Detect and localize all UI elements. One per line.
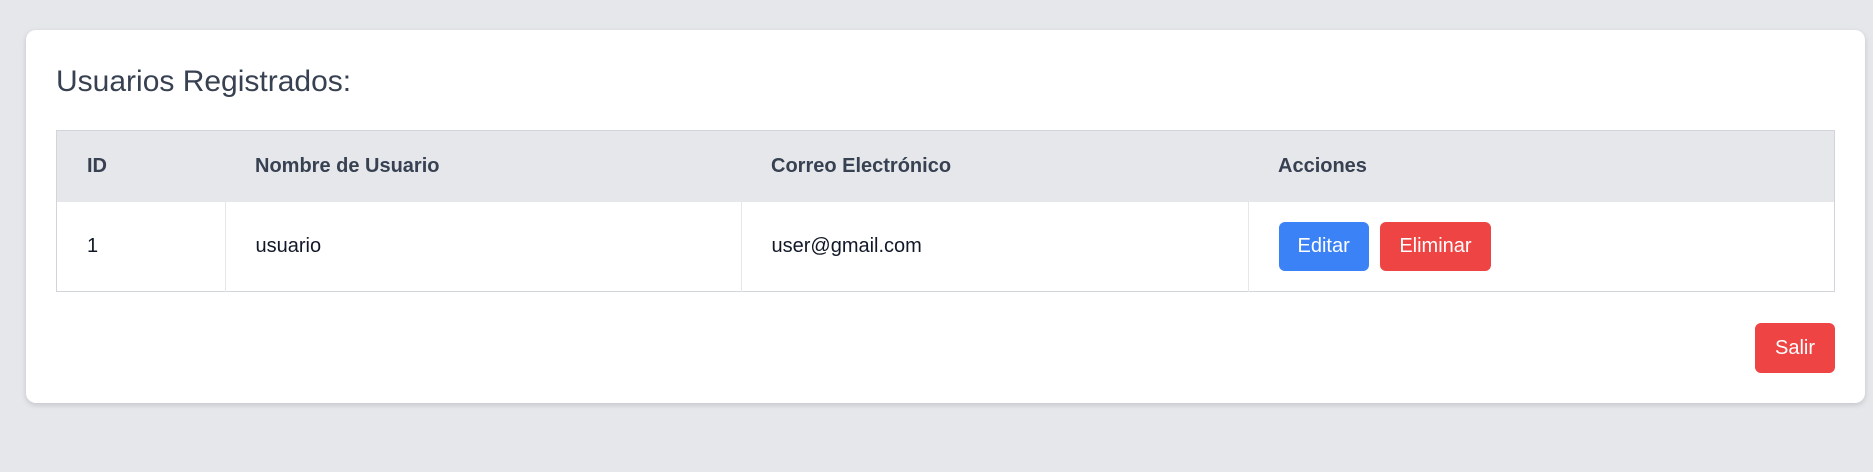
delete-button[interactable]: Eliminar bbox=[1380, 221, 1491, 271]
column-header-id: ID bbox=[87, 154, 107, 177]
cell-username: usuario bbox=[225, 201, 742, 292]
table-header-row: ID Nombre de Usuario Correo Electrónico … bbox=[56, 130, 1835, 202]
column-header-actions: Acciones bbox=[1278, 154, 1367, 177]
table-row: 1 usuario user@gmail.com Editar Eliminar bbox=[56, 201, 1835, 292]
cell-actions: Editar Eliminar bbox=[1248, 202, 1835, 292]
edit-button[interactable]: Editar bbox=[1278, 221, 1369, 271]
column-header-email: Correo Electrónico bbox=[771, 154, 952, 177]
exit-button[interactable]: Salir bbox=[1754, 323, 1835, 373]
table-header: ID Nombre de Usuario Correo Electrónico … bbox=[56, 130, 1835, 202]
users-card: Usuarios Registrados: ID Nombre de Usuar… bbox=[26, 30, 1865, 403]
cell-id: 1 bbox=[56, 201, 226, 292]
cell-email: user@gmail.com bbox=[741, 201, 1249, 292]
page-title: Usuarios Registrados: bbox=[56, 65, 352, 98]
column-header-username: Nombre de Usuario bbox=[255, 154, 440, 177]
table-body: 1 usuario user@gmail.com Editar Eliminar bbox=[56, 201, 1835, 292]
users-table: ID Nombre de Usuario Correo Electrónico … bbox=[56, 130, 1835, 292]
